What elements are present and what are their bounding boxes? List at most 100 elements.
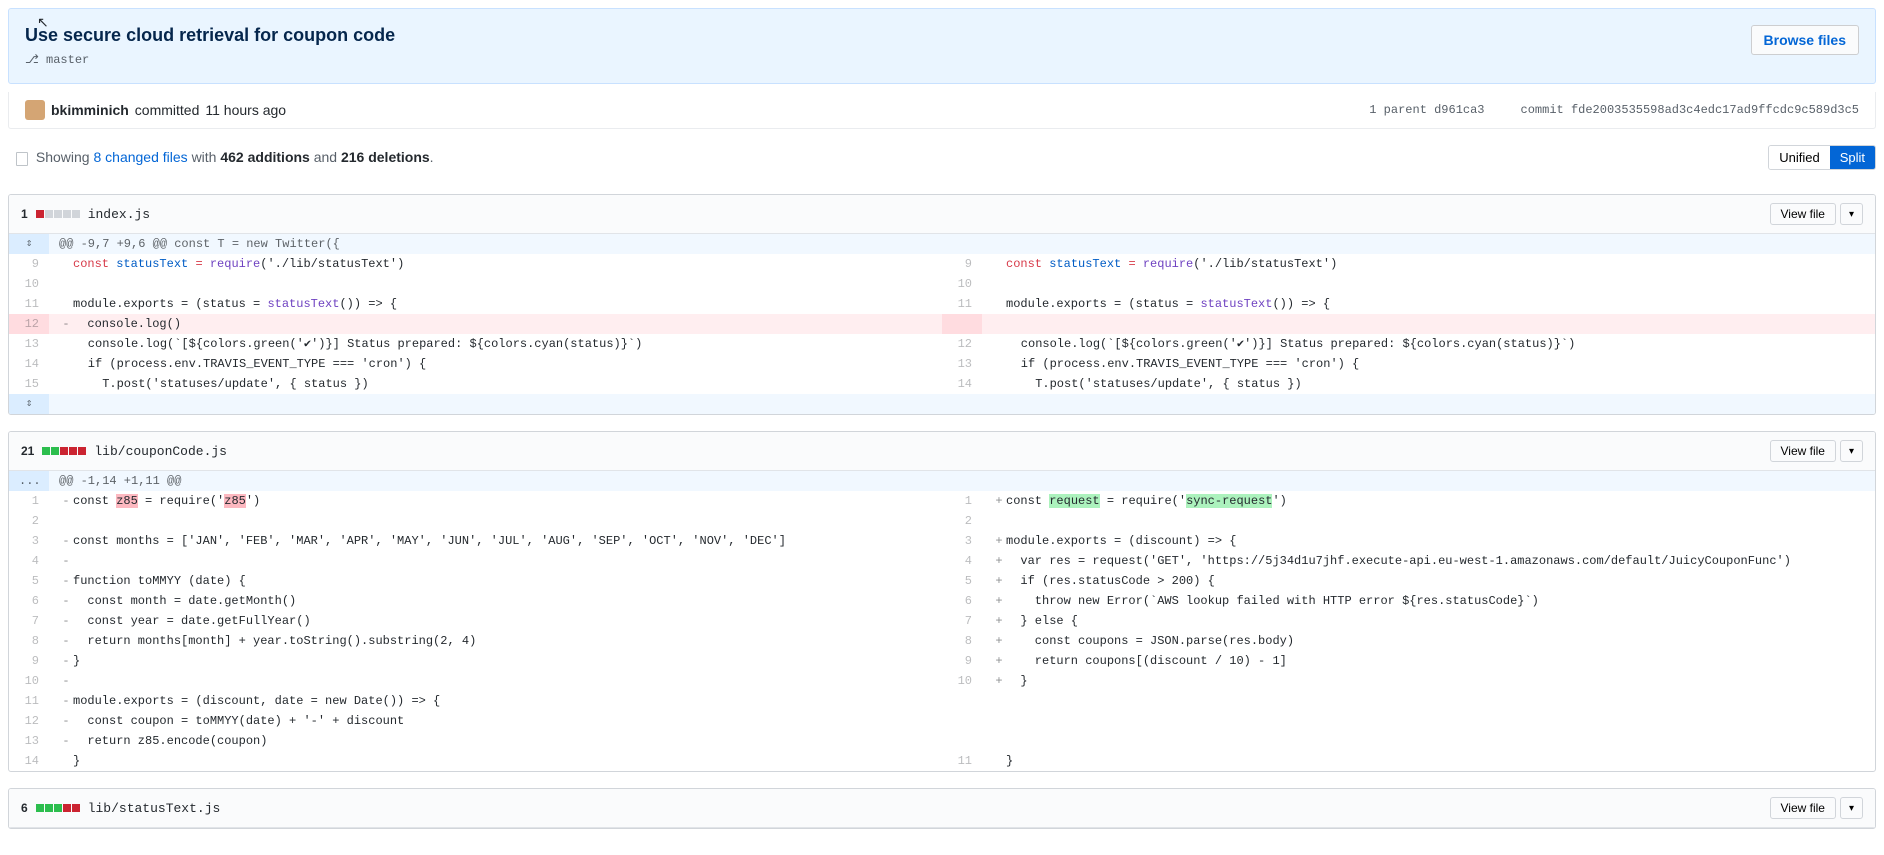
commit-label: commit xyxy=(1521,103,1564,117)
line-number[interactable]: 11 xyxy=(9,691,49,711)
line-number[interactable]: 10 xyxy=(942,671,982,691)
diffstat-del-block xyxy=(60,447,68,455)
line-number[interactable]: 1 xyxy=(942,491,982,511)
line-number[interactable]: 5 xyxy=(942,571,982,591)
file-header: 1 index.js View file ▾ xyxy=(9,195,1875,234)
diffstat-summary: Showing 8 changed files with 462 additio… xyxy=(8,149,434,165)
diff-line: 13 console.log(`[${colors.green('✔')}] S… xyxy=(9,334,1875,354)
author-name[interactable]: bkimminich xyxy=(51,102,129,118)
line-number[interactable]: 12 xyxy=(9,711,49,731)
line-number[interactable]: 13 xyxy=(9,731,49,751)
line-number[interactable]: 9 xyxy=(942,254,982,274)
diff-line: 13- return z85.encode(coupon) xyxy=(9,731,1875,751)
file-name[interactable]: index.js xyxy=(88,207,150,222)
code-left: -function toMMYY (date) { xyxy=(49,571,942,591)
code-right: + throw new Error(`AWS lookup failed wit… xyxy=(982,591,1875,611)
diff-line: 11 module.exports = (status = statusText… xyxy=(9,294,1875,314)
line-number[interactable]: 12 xyxy=(9,314,49,334)
line-number[interactable]: 4 xyxy=(9,551,49,571)
file-menu-dropdown[interactable]: ▾ xyxy=(1840,203,1863,225)
line-number[interactable]: 8 xyxy=(942,631,982,651)
view-file-button[interactable]: View file xyxy=(1770,797,1836,819)
code-left: T.post('statuses/update', { status }) xyxy=(49,374,942,394)
commit-time: 11 hours ago xyxy=(205,102,286,118)
code-left: - console.log() xyxy=(49,314,942,334)
code-right: module.exports = (status = statusText())… xyxy=(982,294,1875,314)
branch-name: master xyxy=(46,53,89,67)
line-number[interactable]: 5 xyxy=(9,571,49,591)
diff-line: 4-4+ var res = request('GET', 'https://5… xyxy=(9,551,1875,571)
line-number[interactable]: 9 xyxy=(9,651,49,671)
code-left: -const z85 = require('z85') xyxy=(49,491,942,511)
diffstat-blocks xyxy=(42,447,86,455)
line-number[interactable]: 7 xyxy=(942,611,982,631)
line-number xyxy=(942,731,982,751)
line-number[interactable]: 14 xyxy=(9,751,49,771)
code-right: +module.exports = (discount) => { xyxy=(982,531,1875,551)
line-number[interactable]: 3 xyxy=(9,531,49,551)
line-number[interactable]: 10 xyxy=(9,274,49,294)
browse-files-button[interactable]: Browse files xyxy=(1751,25,1859,55)
line-number[interactable]: 7 xyxy=(9,611,49,631)
line-number[interactable]: 8 xyxy=(9,631,49,651)
line-number[interactable]: 10 xyxy=(942,274,982,294)
line-number[interactable]: 9 xyxy=(942,651,982,671)
code-left: - xyxy=(49,671,942,691)
view-file-button[interactable]: View file xyxy=(1770,440,1836,462)
additions-count: 462 additions xyxy=(220,149,309,165)
line-number[interactable]: 6 xyxy=(9,591,49,611)
diffstat-del-block xyxy=(72,804,80,812)
diffstat-add-block xyxy=(51,447,59,455)
line-number[interactable]: 15 xyxy=(9,374,49,394)
line-number[interactable]: 13 xyxy=(942,354,982,374)
diffstat-add-block xyxy=(42,447,50,455)
line-number[interactable]: 2 xyxy=(942,511,982,531)
diffstat-neutral-block xyxy=(63,210,71,218)
line-number[interactable]: 11 xyxy=(942,294,982,314)
line-number[interactable]: 3 xyxy=(942,531,982,551)
commit-meta: bkimminich committed 11 hours ago 1 pare… xyxy=(8,92,1876,129)
hunk-header: @@ -9,7 +9,6 @@ const T = new Twitter({ xyxy=(49,234,1875,254)
code-left: -const months = ['JAN', 'FEB', 'MAR', 'A… xyxy=(49,531,942,551)
period: . xyxy=(430,149,434,165)
code-left: - return months[month] + year.toString()… xyxy=(49,631,942,651)
line-number[interactable]: 2 xyxy=(9,511,49,531)
line-number[interactable]: 1 xyxy=(9,491,49,511)
line-number[interactable]: 10 xyxy=(9,671,49,691)
commit-title: Use secure cloud retrieval for coupon co… xyxy=(25,25,1859,46)
diff-line: 5-function toMMYY (date) {5+ if (res.sta… xyxy=(9,571,1875,591)
parent-label: 1 parent xyxy=(1369,103,1427,117)
code-left: const statusText = require('./lib/status… xyxy=(49,254,942,274)
code-left: - return z85.encode(coupon) xyxy=(49,731,942,751)
split-button[interactable]: Split xyxy=(1830,146,1875,169)
view-file-button[interactable]: View file xyxy=(1770,203,1836,225)
diffstat-blocks xyxy=(36,210,80,218)
code-right: T.post('statuses/update', { status }) xyxy=(982,374,1875,394)
line-number[interactable]: 12 xyxy=(942,334,982,354)
line-number[interactable]: 11 xyxy=(9,294,49,314)
expand-icon[interactable]: ⇕ xyxy=(19,234,39,254)
line-number[interactable]: 6 xyxy=(942,591,982,611)
branch-link[interactable]: ⎇ master xyxy=(25,52,1859,67)
line-number[interactable]: 4 xyxy=(942,551,982,571)
showing-label: Showing xyxy=(36,149,90,165)
file-name[interactable]: lib/statusText.js xyxy=(88,801,221,816)
line-number[interactable]: 9 xyxy=(9,254,49,274)
diffstat-del-block xyxy=(69,447,77,455)
hunk-header-row: ...@@ -1,14 +1,11 @@ xyxy=(9,471,1875,491)
file-menu-dropdown[interactable]: ▾ xyxy=(1840,440,1863,462)
code-right xyxy=(982,314,1875,334)
line-number[interactable]: 13 xyxy=(9,334,49,354)
parent-sha[interactable]: d961ca3 xyxy=(1434,103,1484,117)
expand-icon[interactable]: ⇕ xyxy=(19,394,39,414)
line-number[interactable]: 14 xyxy=(9,354,49,374)
line-number[interactable]: 11 xyxy=(942,751,982,771)
line-number[interactable]: 14 xyxy=(942,374,982,394)
diff-line: 7- const year = date.getFullYear()7+ } e… xyxy=(9,611,1875,631)
and-label: and xyxy=(314,149,337,165)
unified-button[interactable]: Unified xyxy=(1769,146,1829,169)
diff-line: 1-const z85 = require('z85')1+const requ… xyxy=(9,491,1875,511)
changed-files-link[interactable]: 8 changed files xyxy=(93,149,187,165)
file-name[interactable]: lib/couponCode.js xyxy=(94,444,227,459)
file-menu-dropdown[interactable]: ▾ xyxy=(1840,797,1863,819)
